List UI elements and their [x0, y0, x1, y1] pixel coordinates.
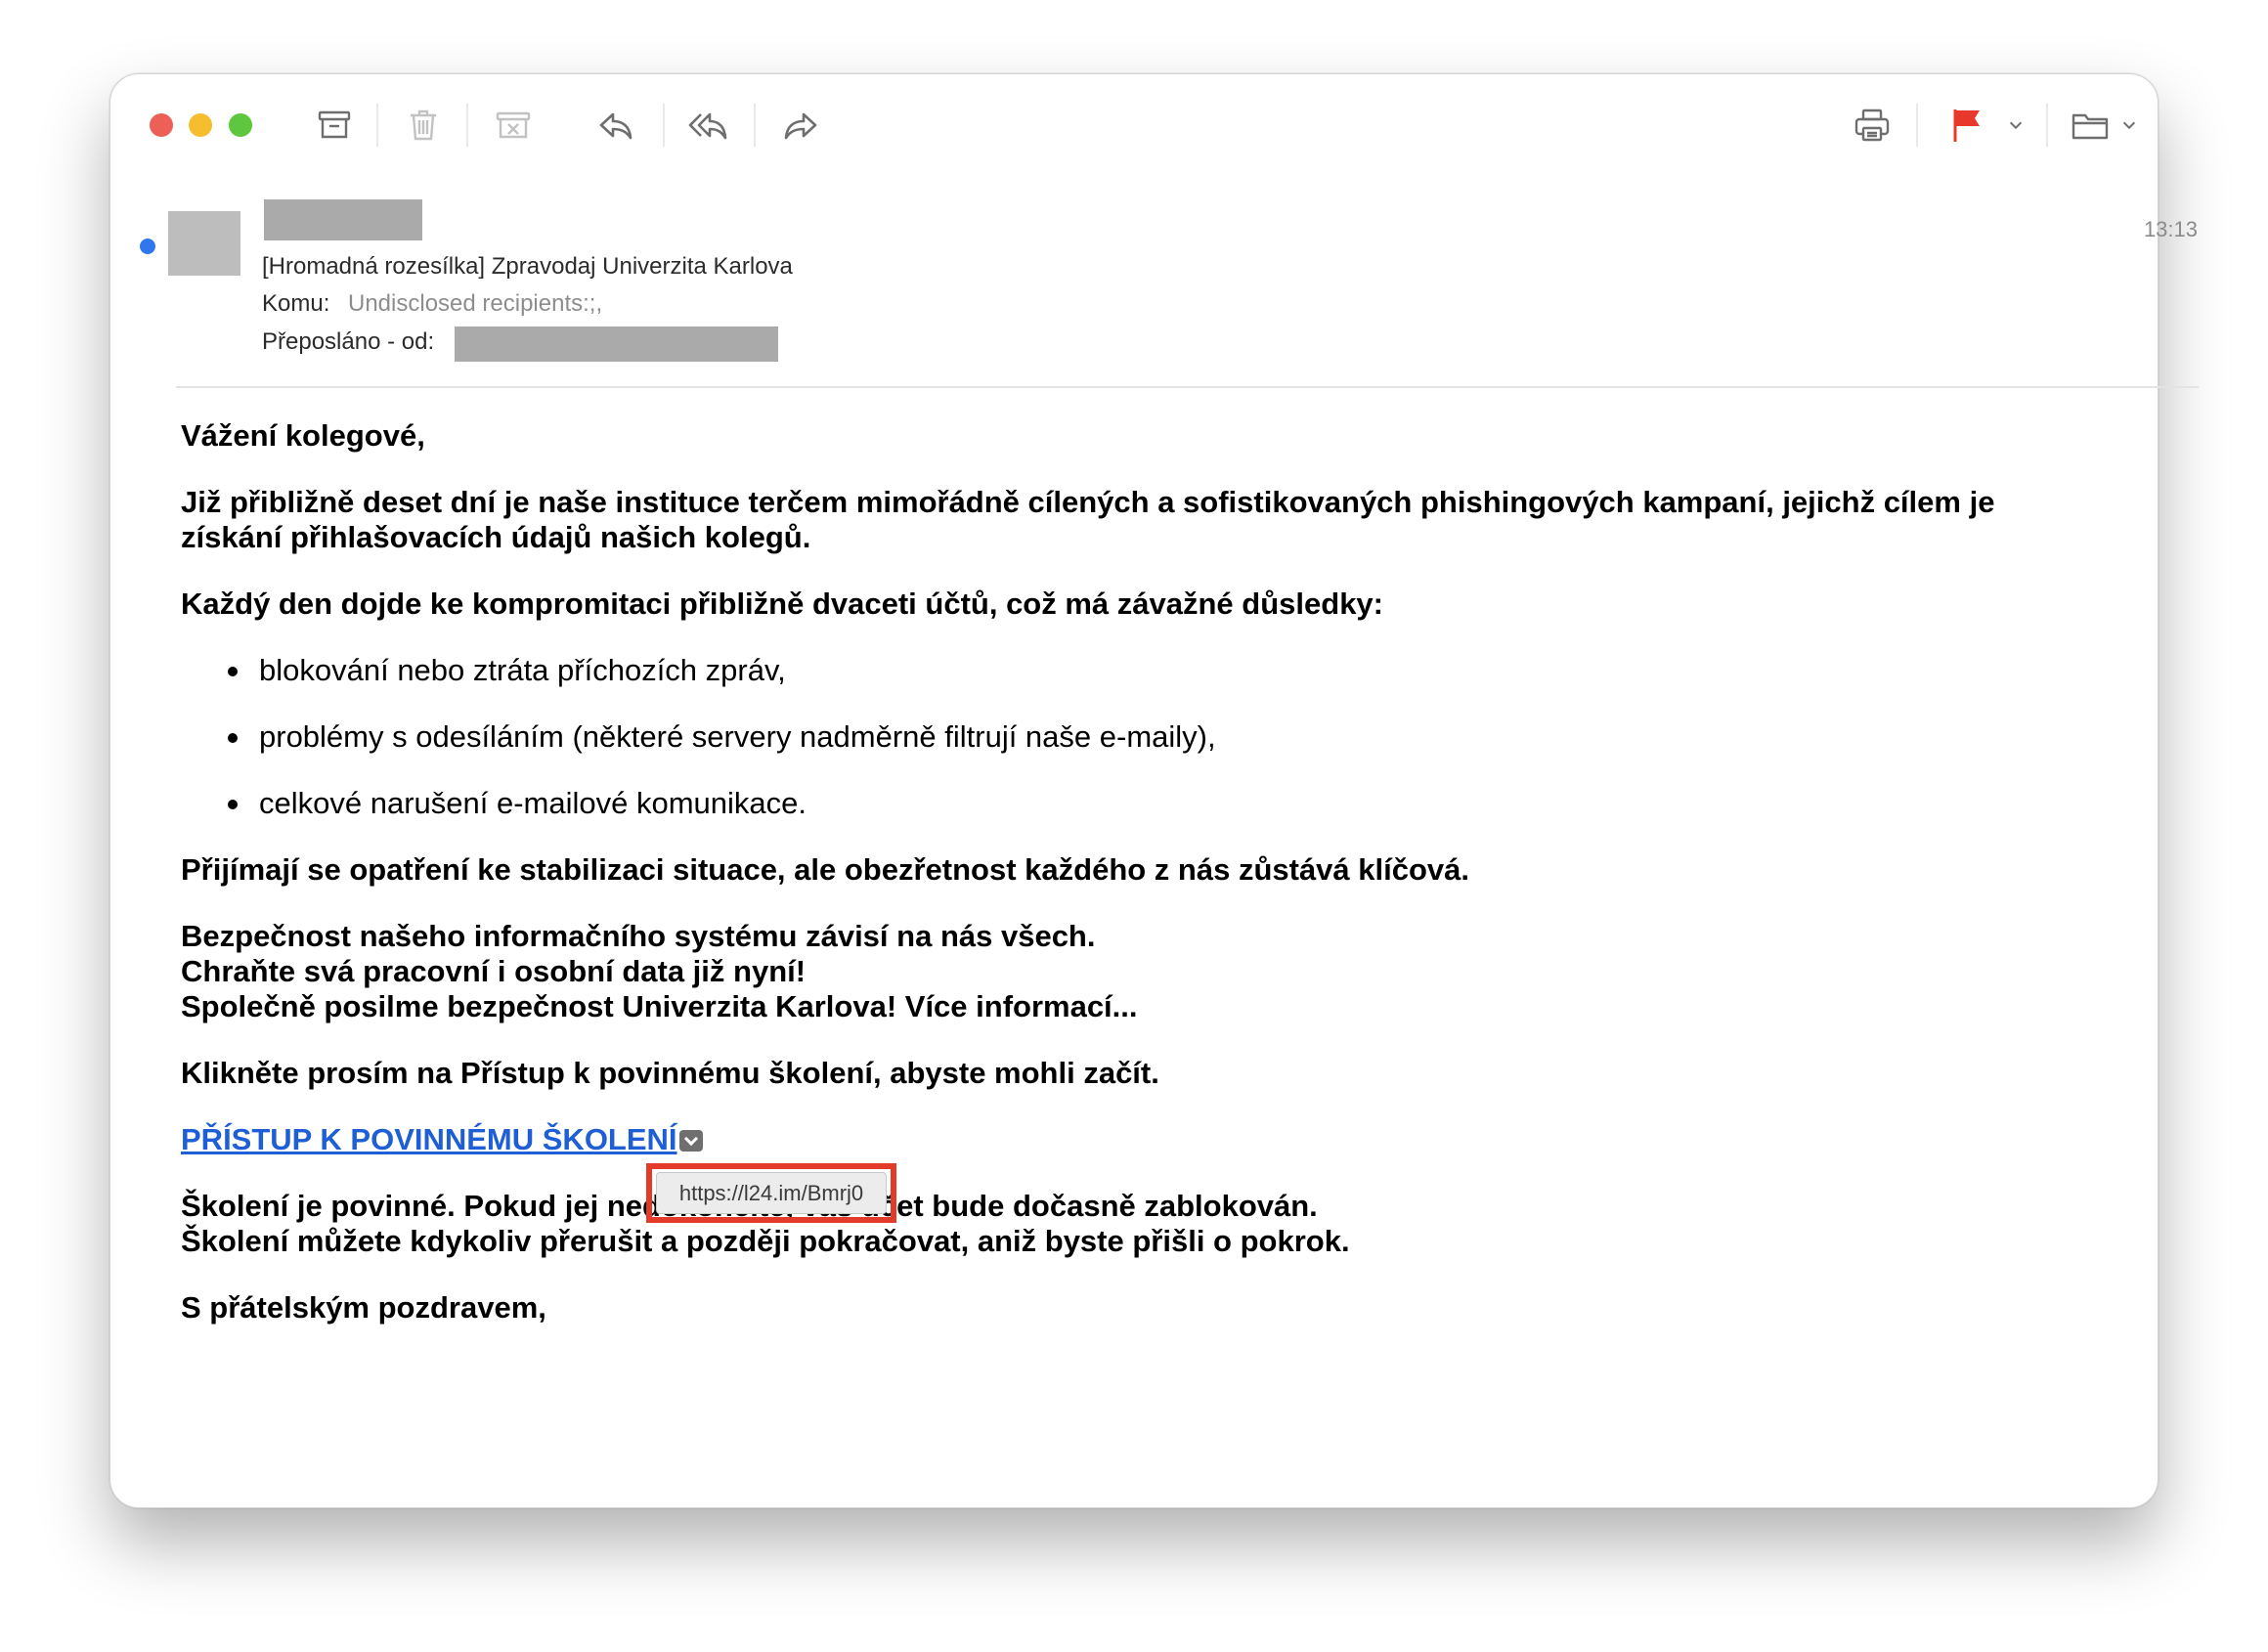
message-body: Vážení kolegové, Již přibližně deset dní…	[181, 418, 2077, 1357]
training-link-row: PŘÍSTUP K POVINNÉMU ŠKOLENÍ	[181, 1122, 2077, 1157]
link-menu-chevron-icon[interactable]	[678, 1130, 703, 1152]
consequences-list: blokování nebo ztráta příchozích zpráv, …	[181, 653, 2077, 821]
close-button[interactable]	[150, 113, 173, 137]
archive-icon[interactable]	[311, 103, 358, 148]
url-tooltip: https://l24.im/Bmrj0	[656, 1172, 887, 1214]
paragraph-5: Klikněte prosím na Přístup k povinnému š…	[181, 1056, 1159, 1090]
forward-icon[interactable]	[777, 103, 824, 148]
to-label: Komu:	[262, 290, 330, 317]
header-divider	[176, 386, 2199, 388]
training-link[interactable]: PŘÍSTUP K POVINNÉMU ŠKOLENÍ	[181, 1122, 677, 1156]
toolbar-separator	[2046, 104, 2048, 147]
minimize-button[interactable]	[189, 113, 212, 137]
avatar	[168, 211, 240, 276]
zoom-button[interactable]	[229, 113, 252, 137]
toolbar-separator	[376, 104, 378, 147]
paragraph-3: Přijímají se opatření ke stabilizaci sit…	[181, 852, 1470, 887]
sender-redacted	[264, 199, 422, 240]
paragraph-4-line-1: Bezpečnost našeho informačního systému z…	[181, 919, 1096, 953]
trash-icon[interactable]	[400, 103, 447, 148]
list-item: blokování nebo ztráta příchozích zpráv,	[181, 653, 2077, 688]
reply-all-icon[interactable]	[684, 103, 731, 148]
paragraph-4-line-2: Chraňte svá pracovní i osobní data již n…	[181, 954, 807, 988]
message-time: 13:13	[2143, 217, 2198, 241]
paragraph-6-line-2: Školení můžete kdykoliv přerušit a pozdě…	[181, 1224, 1350, 1258]
toolbar-separator	[754, 104, 756, 147]
paragraph-2: Každý den dojde ke kompromitaci přibližn…	[181, 587, 1383, 621]
paragraph-1: Již přibližně deset dní je naše instituc…	[181, 485, 1995, 554]
forwarded-redacted	[455, 326, 778, 362]
paragraph-4-line-3: Společně posilme bezpečnost Univerzita K…	[181, 989, 1138, 1023]
to-value[interactable]: Undisclosed recipients:;,	[348, 290, 602, 318]
closing: S přátelským pozdravem,	[181, 1290, 546, 1325]
paragraph-6: Školení je povinné. Pokud jej nedokončít…	[181, 1189, 2077, 1259]
flag-menu-chevron-icon[interactable]	[2004, 103, 2028, 148]
toolbar-separator	[1916, 104, 1918, 147]
print-icon[interactable]	[1849, 103, 1896, 148]
greeting: Vážení kolegové,	[181, 418, 425, 453]
toolbar-separator	[663, 104, 665, 147]
folder-menu-chevron-icon[interactable]	[2117, 103, 2141, 148]
subject-line: [Hromadná rozesílka] Zpravodaj Univerzit…	[262, 253, 793, 280]
unread-indicator	[140, 239, 155, 254]
list-item: celkové narušení e-mailové komunikace.	[181, 786, 2077, 821]
paragraph-4: Bezpečnost našeho informačního systému z…	[181, 919, 2077, 1024]
flag-icon[interactable]	[1943, 103, 1990, 148]
forwarded-label: Přeposláno - od:	[262, 328, 435, 355]
reply-icon[interactable]	[592, 103, 639, 148]
toolbar-separator	[466, 104, 468, 147]
list-item: problémy s odesíláním (některé servery n…	[181, 719, 2077, 755]
move-folder-icon[interactable]	[2067, 103, 2114, 148]
junk-icon[interactable]	[490, 103, 537, 148]
paragraph-6-line-1: Školení je povinné. Pokud jej nedokončít…	[181, 1189, 1318, 1223]
